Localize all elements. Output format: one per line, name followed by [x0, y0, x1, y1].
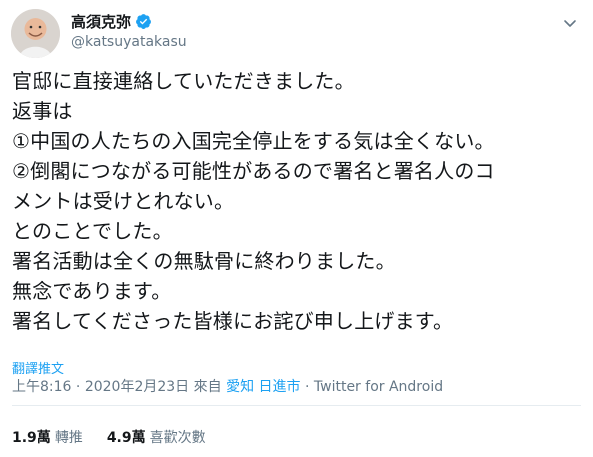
tweet-text: 官邸に直接連絡していただきました。 返事は ①中国の人たちの入国完全停止をする気… — [12, 69, 495, 333]
tweet-card: 高須克弥 @katsuyatakasu 官邸に直接連絡していただきました。 返事… — [0, 0, 593, 457]
from-label: 來自 — [193, 379, 222, 395]
avatar-image — [11, 9, 60, 58]
retweets-count: 1.9萬 — [12, 430, 51, 446]
tweet-stats: 1.9萬 轉推 4.9萬 喜歡次數 — [12, 427, 206, 447]
tweet-meta: 上午8:16 · 2020年2月23日 來自 愛知 日進市 · Twitter … — [12, 376, 443, 396]
display-name-row[interactable]: 高須克弥 — [71, 11, 152, 32]
divider — [12, 405, 581, 406]
meta-separator: · — [75, 379, 81, 395]
meta-separator-2: · — [304, 379, 310, 395]
likes-stat[interactable]: 4.9萬 喜歡次數 — [107, 427, 206, 447]
verified-badge-icon — [135, 13, 152, 30]
chevron-down-icon[interactable] — [561, 14, 579, 32]
tweet-time[interactable]: 上午8:16 — [12, 379, 71, 395]
tweet-client: Twitter for Android — [313, 379, 444, 395]
display-name[interactable]: 高須克弥 — [71, 11, 131, 32]
retweets-label: 轉推 — [54, 430, 83, 446]
translate-tweet-link[interactable]: 翻譯推文 — [12, 358, 64, 377]
user-handle[interactable]: @katsuyatakasu — [71, 34, 187, 50]
likes-count: 4.9萬 — [106, 430, 146, 446]
tweet-location-link[interactable]: 愛知 日進市 — [226, 379, 300, 395]
avatar[interactable] — [11, 9, 60, 58]
tweet-date[interactable]: 2020年2月23日 — [85, 379, 189, 395]
likes-label: 喜歡次數 — [149, 430, 206, 446]
retweets-stat[interactable]: 1.9萬 轉推 — [12, 427, 83, 447]
